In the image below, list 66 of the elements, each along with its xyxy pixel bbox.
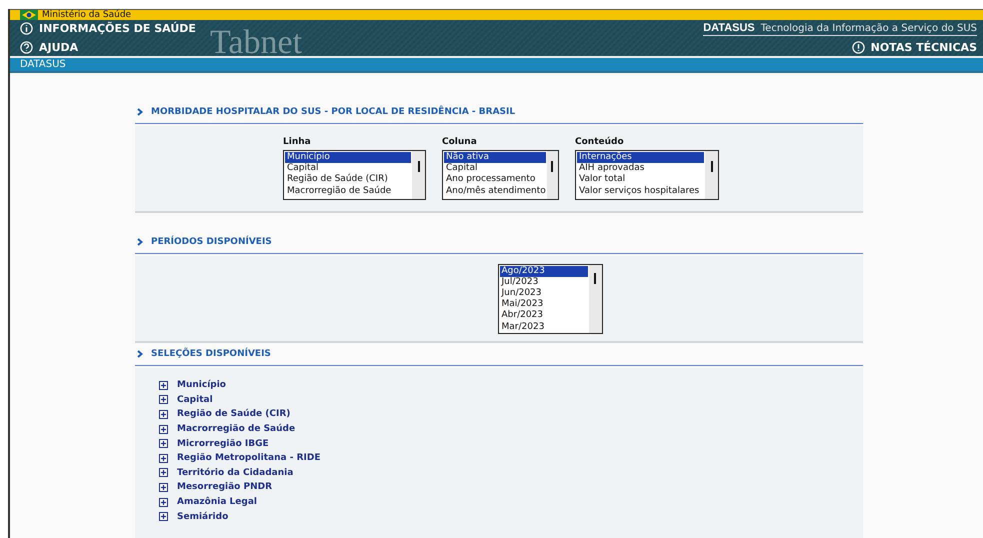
- ministry-title: Ministério da Saúde: [42, 10, 132, 20]
- list-option[interactable]: Valor total: [577, 174, 704, 186]
- header-link[interactable]: INFORMAÇÕES DE SAÚDE: [20, 22, 196, 35]
- scrollbar-thumb[interactable]: [418, 161, 420, 172]
- filter-link[interactable]: Mesorregião PNDR: [177, 482, 272, 492]
- filter-link[interactable]: Região de Saúde (CIR): [177, 409, 290, 420]
- list-label: Coluna: [442, 137, 478, 147]
- chevron-icon: [137, 108, 143, 116]
- list-option[interactable]: Jul/2023: [500, 276, 588, 288]
- header-link[interactable]: NOTAS TÉCNICAS: [852, 40, 977, 54]
- list-option[interactable]: Macrorregião de Saúde: [285, 186, 411, 197]
- expand-icon[interactable]: [159, 498, 168, 507]
- section-title: MORBIDADE HOSPITALAR DO SUS - POR LOCAL DE RESIDÊNCIA - BRASIL: [151, 107, 516, 117]
- filter-link[interactable]: Microrregião IBGE: [177, 438, 269, 449]
- filter-link[interactable]: Macrorregião de Saúde: [177, 424, 296, 434]
- filter-link[interactable]: Território da Cidadania: [177, 468, 294, 478]
- tagline: Tecnologia da Informação a Serviço do SUS: [760, 22, 977, 34]
- list-option[interactable]: Capital: [444, 163, 546, 174]
- scrollbar-thumb[interactable]: [594, 272, 596, 284]
- list-option[interactable]: Mai/2023: [500, 299, 588, 310]
- expand-icon[interactable]: [159, 482, 168, 492]
- list-option[interactable]: Abr/2023: [500, 310, 588, 322]
- chevron-icon: [137, 238, 143, 246]
- expand-icon[interactable]: [159, 512, 168, 522]
- list-option[interactable]: Ano/mês atendimento: [444, 186, 546, 197]
- header-link[interactable]: AJUDA: [20, 40, 196, 54]
- filter-link[interactable]: Amazônia Legal: [177, 497, 257, 508]
- filter-link[interactable]: Município: [177, 380, 226, 390]
- list-option[interactable]: Ago/2023: [500, 266, 588, 277]
- chevron-icon: [137, 350, 143, 358]
- list-option[interactable]: Capital: [285, 163, 411, 174]
- list-option[interactable]: Não ativa: [444, 152, 546, 164]
- scrollbar-thumb[interactable]: [551, 161, 554, 172]
- list-box[interactable]: Município Capital Região de Saúde (CIR) Macrorregião de Saúde: [283, 150, 426, 200]
- alert-icon: [852, 40, 865, 54]
- list-option[interactable]: Jun/2023: [500, 288, 588, 300]
- list-option[interactable]: Município: [285, 152, 411, 164]
- list-label: Conteúdo: [575, 137, 625, 147]
- filter-link[interactable]: Região Metropolitana - RIDE: [177, 453, 320, 464]
- list-option[interactable]: Região de Saúde (CIR): [285, 174, 411, 186]
- list-box[interactable]: Internações AIH aprovadas Valor total Valor serviços hospitalares: [575, 150, 719, 200]
- list-option[interactable]: Mar/2023: [500, 322, 588, 332]
- list-option[interactable]: Valor serviços hospitalares: [577, 186, 704, 197]
- expand-icon[interactable]: [159, 424, 168, 434]
- list-option[interactable]: Internações: [577, 152, 704, 164]
- expand-icon[interactable]: [159, 380, 168, 390]
- section-title: PERÍODOS DISPONÍVEIS: [151, 237, 272, 247]
- list-option[interactable]: AIH aprovadas: [577, 163, 704, 174]
- expand-icon[interactable]: [159, 439, 168, 448]
- list-label: Linha: [283, 137, 312, 147]
- brand-name: DATASUS: [703, 22, 755, 34]
- logo-text: Tabnet: [210, 23, 302, 56]
- filter-link[interactable]: Capital: [177, 394, 213, 405]
- expand-icon[interactable]: [159, 454, 168, 463]
- expand-icon[interactable]: [159, 395, 168, 404]
- list-box[interactable]: Não ativa Capital Ano processamento Ano/mês atendimento: [442, 150, 559, 200]
- list-box[interactable]: Ago/2023 Jul/2023 Jun/2023 Mai/2023 Abr/2023 Mar/2023: [498, 264, 602, 334]
- scrollbar-thumb[interactable]: [710, 161, 712, 172]
- list-option[interactable]: Ano processamento: [444, 174, 546, 186]
- expand-icon[interactable]: [159, 410, 168, 419]
- expand-icon[interactable]: [159, 468, 168, 478]
- filter-link[interactable]: Semiárido: [177, 512, 228, 522]
- section-title: SELEÇÕES DISPONÍVEIS: [151, 349, 271, 359]
- nav-label: DATASUS: [20, 58, 66, 70]
- help-icon: [20, 40, 33, 54]
- info-icon: [20, 22, 33, 35]
